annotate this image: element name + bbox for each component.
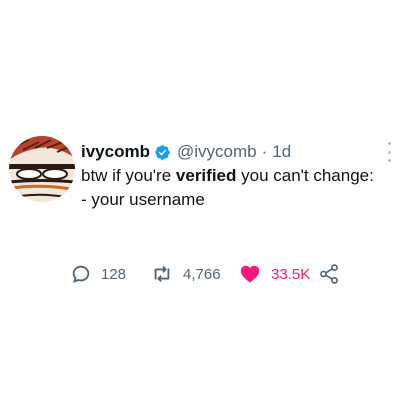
tweet-text-line-2: - your username <box>81 190 205 209</box>
like-count: 33.5K <box>271 265 311 283</box>
share-icon <box>320 264 338 284</box>
tweet-header: ivycomb @ivycomb · 1d <box>81 140 291 164</box>
avatar[interactable] <box>9 136 75 202</box>
retweet-button[interactable]: 4,766 <box>150 262 221 286</box>
separator: · <box>261 142 268 161</box>
timestamp[interactable]: 1d <box>272 142 291 162</box>
tweet-text-line-1: btw if you're verified you can't change: <box>81 166 374 185</box>
heart-icon <box>240 265 260 283</box>
reply-count: 128 <box>101 265 127 283</box>
tweet-actions: 128 4,766 33.5K <box>70 262 400 286</box>
tweet-text: btw if you're verified you can't change:… <box>81 164 396 212</box>
retweet-count: 4,766 <box>183 265 221 283</box>
display-name[interactable]: ivycomb <box>81 142 150 162</box>
handle[interactable]: @ivycomb <box>177 142 257 162</box>
tweet: ivycomb @ivycomb · 1d btw if you're veri… <box>0 0 400 400</box>
avatar-image <box>9 136 75 202</box>
share-button[interactable] <box>318 262 340 286</box>
reply-icon <box>72 265 90 283</box>
reply-button[interactable]: 128 <box>70 262 126 286</box>
tweet-text-bold: verified <box>175 166 237 185</box>
retweet-icon <box>154 266 170 282</box>
more-options-icon[interactable] <box>386 142 392 162</box>
verified-badge-icon <box>154 144 171 161</box>
like-button[interactable]: 33.5K <box>238 262 310 286</box>
